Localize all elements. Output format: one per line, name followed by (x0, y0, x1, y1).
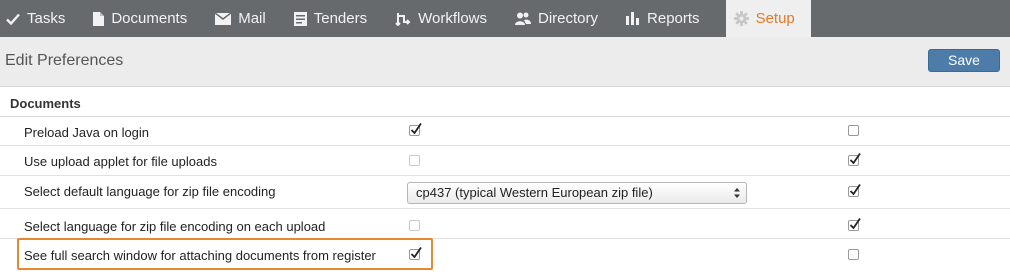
section-title: Documents (10, 96, 81, 111)
checkbox-full-search-2[interactable] (848, 249, 859, 260)
checkbox-upload-applet-2[interactable] (848, 152, 861, 166)
checkmark-icon (849, 217, 861, 230)
bar-chart-icon (626, 12, 640, 25)
zip-encoding-select[interactable]: cp437 (typical Western European zip file… (407, 182, 747, 204)
page-header: Edit Preferences Save (0, 37, 1010, 87)
checkbox-preload-java-2[interactable] (848, 125, 859, 136)
checkbox-upload-applet-1[interactable] (409, 155, 420, 166)
highlight-box (17, 238, 433, 270)
checkbox-preload-java-1[interactable] (409, 122, 422, 136)
envelope-icon (215, 12, 232, 25)
tab-label: Mail (238, 10, 266, 27)
tenders-icon (293, 11, 307, 26)
tab-tenders[interactable]: Tenders (278, 0, 379, 37)
tab-setup[interactable]: Setup (725, 0, 811, 37)
tab-tasks[interactable]: Tasks (0, 0, 77, 37)
tab-label: Directory (538, 10, 599, 27)
preference-label: Select language for zip file encoding on… (24, 219, 326, 234)
top-nav: Tasks Documents Mail Tenders Workflows D… (0, 0, 1010, 37)
checkmark-icon (849, 183, 861, 196)
gear-icon (733, 11, 749, 26)
preference-row: Select default language for zip file enc… (0, 176, 1010, 209)
people-icon (515, 12, 532, 25)
save-button[interactable]: Save (928, 49, 1000, 72)
tab-label: Workflows (418, 10, 488, 27)
tab-documents[interactable]: Documents (77, 0, 199, 37)
preference-label: Select default language for zip file enc… (24, 184, 276, 199)
tab-directory[interactable]: Directory (499, 0, 610, 37)
tab-label: Documents (111, 10, 188, 27)
preference-row: Select language for zip file encoding on… (0, 209, 1010, 239)
tab-label: Reports (647, 10, 700, 27)
tab-label: Tasks (27, 10, 66, 27)
checkbox-zip-each-upload-2[interactable] (848, 217, 861, 231)
checkmark-icon (849, 152, 861, 165)
tab-label: Setup (755, 10, 795, 27)
preference-row: Use upload applet for file uploads (0, 146, 1010, 176)
select-value: cp437 (typical Western European zip file… (416, 185, 653, 200)
preference-label: Use upload applet for file uploads (24, 154, 217, 169)
select-arrows-icon (734, 188, 740, 198)
document-icon (93, 11, 105, 26)
tab-label: Tenders (313, 10, 368, 27)
tab-mail[interactable]: Mail (199, 0, 278, 37)
preference-label: Preload Java on login (24, 125, 150, 140)
page-title: Edit Preferences (5, 52, 124, 69)
checkbox-default-zip-2[interactable] (848, 183, 861, 197)
workflow-icon (395, 12, 411, 26)
tab-workflows[interactable]: Workflows (379, 0, 499, 37)
tab-reports[interactable]: Reports (610, 0, 712, 37)
checkmark-icon (410, 122, 422, 135)
checkmark-icon (6, 13, 20, 25)
checkbox-zip-each-upload-1[interactable] (409, 220, 420, 231)
preference-row: Preload Java on login (0, 117, 1010, 146)
